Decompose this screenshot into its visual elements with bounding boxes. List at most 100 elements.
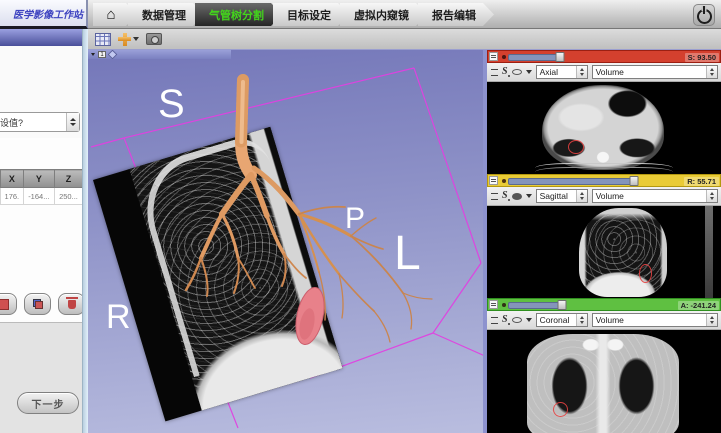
slider-fill [508, 302, 560, 309]
edit-button[interactable] [0, 293, 17, 315]
app-window: 医学影像工作站 ⌂ 数据管理 气管树分割 目标设定 虚拟内窥镜 报告编辑 [0, 0, 721, 433]
slider-options-icon[interactable] [489, 300, 498, 309]
layers-icon[interactable] [491, 317, 498, 324]
curve-tool-icon[interactable]: S [502, 315, 508, 325]
chevron-down-icon[interactable] [91, 53, 95, 56]
slider-handle[interactable] [558, 300, 567, 311]
coronal-slice-slider[interactable]: A: -241.24 [487, 298, 721, 311]
view-section-sagittal: R: 55.71 S Sagittal Volume [487, 174, 721, 298]
layers-icon[interactable] [491, 193, 498, 200]
plane-visibility-icon[interactable] [512, 69, 522, 75]
add-seed-button[interactable] [118, 33, 139, 46]
coronal-image-view[interactable] [487, 330, 721, 433]
lesion-annotation-ring [568, 140, 584, 154]
tab-data-management[interactable]: 数据管理 [128, 3, 204, 26]
column-header-y: Y [23, 170, 54, 188]
screenshot-camera-button[interactable] [146, 33, 162, 45]
home-icon: ⌂ [106, 7, 115, 22]
coronal-ct-image [527, 334, 679, 433]
orientation-label-superior: S [158, 82, 185, 127]
view-section-axial: S: 93.50 S Axial Volume [487, 50, 721, 174]
orientation-label-posterior: P [345, 202, 365, 236]
sagittal-ct-image [579, 208, 667, 297]
curve-tool-icon[interactable]: S [502, 191, 508, 201]
cell-x: 176. [1, 188, 24, 205]
sagittal-image-view[interactable] [487, 206, 721, 298]
plane-select[interactable]: Sagittal [536, 189, 588, 203]
coronal-control-row: S Coronal Volume [487, 311, 721, 330]
slider-dot-icon [502, 179, 506, 183]
image-edge-band [705, 206, 713, 298]
plane-select[interactable]: Axial [536, 65, 588, 79]
copy-button[interactable] [24, 293, 51, 315]
chevron-down-icon[interactable] [526, 194, 532, 198]
app-brand-title: 医学影像工作站 [13, 6, 83, 21]
copy-icon [33, 299, 43, 309]
render-mode-select[interactable]: Volume [592, 313, 718, 327]
axial-ct-image [542, 85, 664, 170]
view-section-coronal: A: -241.24 S Coronal Volume [487, 298, 721, 433]
ct-slice-plane[interactable] [93, 127, 343, 422]
layout-grid-icon[interactable] [95, 33, 111, 46]
chevron-down-icon[interactable] [526, 70, 532, 74]
scanner-table-line [535, 167, 673, 174]
tab-report-editing[interactable]: 报告编辑 [418, 3, 494, 26]
ct-lung-texture [129, 127, 342, 411]
stepper-icon [706, 314, 717, 326]
stepper-icon [576, 314, 587, 326]
power-button[interactable] [693, 4, 715, 26]
viewport-3d[interactable]: 1 [88, 50, 483, 433]
view-number-box[interactable]: 1 [98, 51, 106, 58]
preset-select-value: 预设值? [0, 116, 23, 129]
sagittal-slice-slider[interactable]: R: 55.71 [487, 174, 721, 187]
sagittal-control-row: S Sagittal Volume [487, 187, 721, 206]
trash-icon [68, 300, 76, 309]
plane-select[interactable]: Coronal [536, 313, 588, 327]
delete-button[interactable] [58, 293, 85, 315]
eye-icon[interactable] [512, 193, 522, 200]
diamond-icon[interactable] [108, 50, 118, 59]
slider-options-icon[interactable] [489, 52, 498, 61]
stepper-icon [576, 66, 587, 78]
view-toolbar [88, 29, 721, 50]
axial-control-row: S Axial Volume [487, 63, 721, 82]
table-row[interactable]: 176. -164... 250... [1, 188, 83, 205]
next-step-button[interactable]: 下一步 [17, 392, 79, 414]
cell-z: 250... [54, 188, 82, 205]
tab-airway-segmentation[interactable]: 气管树分割 [195, 3, 282, 26]
axial-slice-slider[interactable]: S: 93.50 [487, 50, 721, 63]
stepper-icon [706, 190, 717, 202]
power-icon [697, 9, 712, 24]
right-view-panel: S: 93.50 S Axial Volume [483, 50, 721, 433]
plane-visibility-icon[interactable] [512, 317, 522, 323]
stepper-icon [706, 66, 717, 78]
chevron-down-icon[interactable] [526, 318, 532, 322]
edit-icon [0, 299, 9, 310]
sidebar-coordinates-card: X Y Z 176. -164... 250... [0, 138, 83, 323]
chevron-down-icon [133, 37, 139, 41]
left-sidebar: 预设值? X Y Z 176. -164... 250. [0, 29, 88, 433]
render-mode-select[interactable]: Volume [592, 189, 718, 203]
orientation-label-right: R [106, 298, 131, 337]
curve-tool-icon[interactable]: S [502, 67, 508, 77]
slider-options-icon[interactable] [489, 176, 498, 185]
nav-breadcrumb-tabs: ⌂ 数据管理 气管树分割 目标设定 虚拟内窥镜 报告编辑 [88, 0, 721, 29]
render-mode-select[interactable]: Volume [592, 65, 718, 79]
slider-fill [508, 178, 632, 185]
stepper-icon[interactable] [66, 113, 79, 131]
axial-image-view[interactable] [487, 82, 721, 174]
lesion-annotation-ring [639, 264, 652, 283]
column-header-z: Z [54, 170, 82, 188]
slice-position-value: A: -241.24 [678, 301, 719, 310]
slider-fill [508, 54, 558, 61]
preset-select[interactable]: 预设值? [0, 112, 80, 132]
slider-handle[interactable] [630, 176, 639, 187]
tab-target-setting[interactable]: 目标设定 [273, 3, 349, 26]
lesion-annotation-ring [553, 402, 568, 417]
plus-icon [118, 33, 131, 46]
stepper-icon [576, 190, 587, 202]
tab-virtual-endoscopy[interactable]: 虚拟内窥镜 [340, 3, 427, 26]
cell-y: -164... [23, 188, 54, 205]
layers-icon[interactable] [491, 69, 498, 76]
slider-handle[interactable] [555, 52, 564, 63]
